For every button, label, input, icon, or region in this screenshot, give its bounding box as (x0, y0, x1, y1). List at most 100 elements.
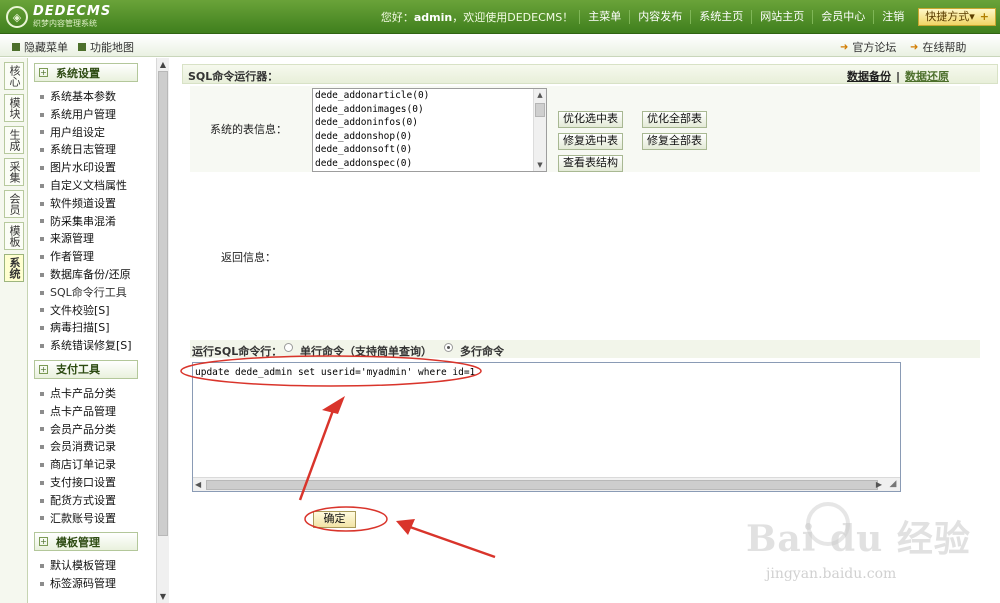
nav-main-menu[interactable]: 主菜单 (579, 10, 629, 24)
bullet-icon (40, 463, 44, 468)
bullet-icon (40, 582, 44, 587)
multi-line-radio[interactable] (444, 343, 453, 352)
sql-command-textarea[interactable]: update dede_admin set userid='myadmin' w… (192, 362, 901, 492)
scroll-thumb[interactable] (158, 71, 168, 536)
tab-collect[interactable]: 采集 (4, 158, 24, 186)
expand-icon[interactable]: + (39, 537, 48, 547)
tab-system[interactable]: 系统 (4, 254, 24, 282)
optimize-all-button[interactable]: 优化全部表 (642, 111, 707, 128)
top-nav: 您好：admin，欢迎使用DEDECMS！ 主菜单 内容发布 系统主页 网站主页… (381, 0, 1000, 34)
menu-item-software-channel[interactable]: 软件频道设置 (29, 195, 155, 213)
bullet-icon (40, 94, 44, 99)
menu-item-db-backup[interactable]: 数据库备份/还原 (29, 266, 155, 284)
menu-item-custom-attrs[interactable]: 自定义文档属性 (29, 177, 155, 195)
table-option[interactable]: dede_addonimages(0) (313, 103, 546, 117)
menu-item-user-management[interactable]: 系统用户管理 (29, 106, 155, 124)
tab-generate[interactable]: 生成 (4, 126, 24, 154)
menu-item-tag-source[interactable]: 标签源码管理 (29, 575, 155, 593)
return-info-row: 返回信息： (190, 178, 980, 336)
menu-item-watermark[interactable]: 图片水印设置 (29, 159, 155, 177)
expand-icon[interactable]: + (39, 364, 48, 374)
bullet-icon (40, 480, 44, 485)
tab-core[interactable]: 核心 (4, 62, 24, 90)
menu-item-remit-account[interactable]: 汇款账号设置 (29, 510, 155, 528)
menu-item-delivery[interactable]: 配货方式设置 (29, 492, 155, 510)
bullet-icon (40, 272, 44, 277)
menu-item-basic-params[interactable]: 系统基本参数 (29, 88, 155, 106)
table-option[interactable]: dede_addonspec(0) (313, 157, 546, 171)
expand-icon[interactable]: + (39, 68, 48, 77)
menu-item-card-category[interactable]: 点卡产品分类 (29, 385, 155, 403)
confirm-button[interactable]: 确定 (313, 511, 356, 528)
menu-item-member-products[interactable]: 会员产品分类 (29, 421, 155, 439)
menu-item-default-templates[interactable]: 默认模板管理 (29, 557, 155, 575)
menu-item-system-log[interactable]: 系统日志管理 (29, 141, 155, 159)
menu-item-author-management[interactable]: 作者管理 (29, 248, 155, 266)
menu-item-file-check[interactable]: 文件校验[S] (29, 302, 155, 320)
sql-command-text[interactable]: update dede_admin set userid='myadmin' w… (195, 367, 475, 378)
table-option[interactable]: dede_addonshop(0) (313, 130, 546, 144)
menu-item-error-repair[interactable]: 系统错误修复[S] (29, 337, 155, 355)
nav-system-home[interactable]: 系统主页 (690, 10, 751, 24)
data-restore-link[interactable]: 数据还原 (905, 70, 949, 83)
menu-group-template-management[interactable]: + 模板管理 (34, 532, 138, 552)
page-title: SQL命令运行器： (188, 70, 279, 83)
official-forum-link[interactable]: ➜ 官方论坛 (840, 39, 896, 55)
menu-item-virus-scan[interactable]: 病毒扫描[S] (29, 319, 155, 337)
menu-group-payment-tools[interactable]: + 支付工具 (34, 359, 138, 379)
menu-item-sql-tool[interactable]: SQL命令行工具 (29, 284, 155, 302)
table-option[interactable]: dede_addonsoft(0) (313, 143, 546, 157)
bullet-icon (40, 498, 44, 503)
menu-item-order-records[interactable]: 商店订单记录 (29, 456, 155, 474)
table-option[interactable]: dede_addoninfos(0) (313, 116, 546, 130)
function-map-link[interactable]: 功能地图 (78, 39, 134, 55)
watermark-brand: Bai du 经验 (746, 518, 971, 560)
bullet-icon (40, 130, 44, 135)
menu-item-user-groups[interactable]: 用户组设定 (29, 124, 155, 142)
tab-module[interactable]: 模块 (4, 94, 24, 122)
scroll-left-icon[interactable]: ◀ (195, 478, 201, 492)
scroll-down-icon[interactable]: ▼ (157, 590, 169, 603)
table-option[interactable]: dede_addonarticle(0) (313, 89, 546, 103)
repair-all-button[interactable]: 修复全部表 (642, 133, 707, 150)
bullet-icon (40, 219, 44, 224)
single-line-label[interactable]: 单行命令（支持简单查询） (300, 343, 432, 359)
nav-content-publish[interactable]: 内容发布 (629, 10, 690, 24)
quick-access-button[interactable]: 快捷方式▾ + (918, 8, 996, 26)
table-info-label: 系统的表信息： (210, 123, 287, 136)
menu-item-consume-records[interactable]: 会员消费记录 (29, 438, 155, 456)
welcome-user: admin (413, 11, 453, 24)
scroll-up-icon[interactable]: ▲ (534, 89, 546, 101)
tab-member[interactable]: 会员 (4, 190, 24, 218)
multi-line-label[interactable]: 多行命令 (460, 343, 504, 359)
single-line-radio[interactable] (284, 343, 293, 352)
table-list-scrollbar[interactable]: ▲ ▼ (533, 89, 546, 171)
baidu-watermark: Bai du 经验 jingyan.baidu.com (742, 488, 992, 598)
optimize-selected-button[interactable]: 优化选中表 (558, 111, 623, 128)
menu-item-payment-api[interactable]: 支付接口设置 (29, 474, 155, 492)
online-help-link[interactable]: ➜ 在线帮助 (910, 39, 966, 55)
menu-item-source-management[interactable]: 来源管理 (29, 230, 155, 248)
data-backup-link[interactable]: 数据备份 (847, 70, 891, 83)
bullet-icon (40, 308, 44, 313)
menu-item-anti-collect[interactable]: 防采集串混淆 (29, 213, 155, 231)
bullet-icon (40, 166, 44, 171)
nav-logout[interactable]: 注销 (873, 10, 912, 24)
repair-selected-button[interactable]: 修复选中表 (558, 133, 623, 150)
hide-menu-link[interactable]: 隐藏菜单 (12, 39, 68, 55)
scroll-thumb[interactable] (535, 103, 545, 117)
bullet-icon (40, 427, 44, 432)
tab-template[interactable]: 模板 (4, 222, 24, 250)
plus-icon[interactable]: + (980, 9, 989, 25)
nav-site-home[interactable]: 网站主页 (751, 10, 812, 24)
table-list-box[interactable]: dede_addonarticle(0) dede_addonimages(0)… (312, 88, 547, 172)
view-structure-button[interactable]: 查看表结构 (558, 155, 623, 172)
menu-item-card-products[interactable]: 点卡产品管理 (29, 403, 155, 421)
nav-member-center[interactable]: 会员中心 (812, 10, 873, 24)
return-info-label: 返回信息： (221, 251, 276, 264)
scroll-down-icon[interactable]: ▼ (534, 159, 546, 171)
scroll-up-icon[interactable]: ▲ (157, 58, 169, 71)
menu-group-system-settings[interactable]: + 系统设置 (34, 63, 138, 82)
bullet-icon (40, 344, 44, 349)
side-menu-scrollbar[interactable]: ▲ ▼ (156, 58, 169, 603)
